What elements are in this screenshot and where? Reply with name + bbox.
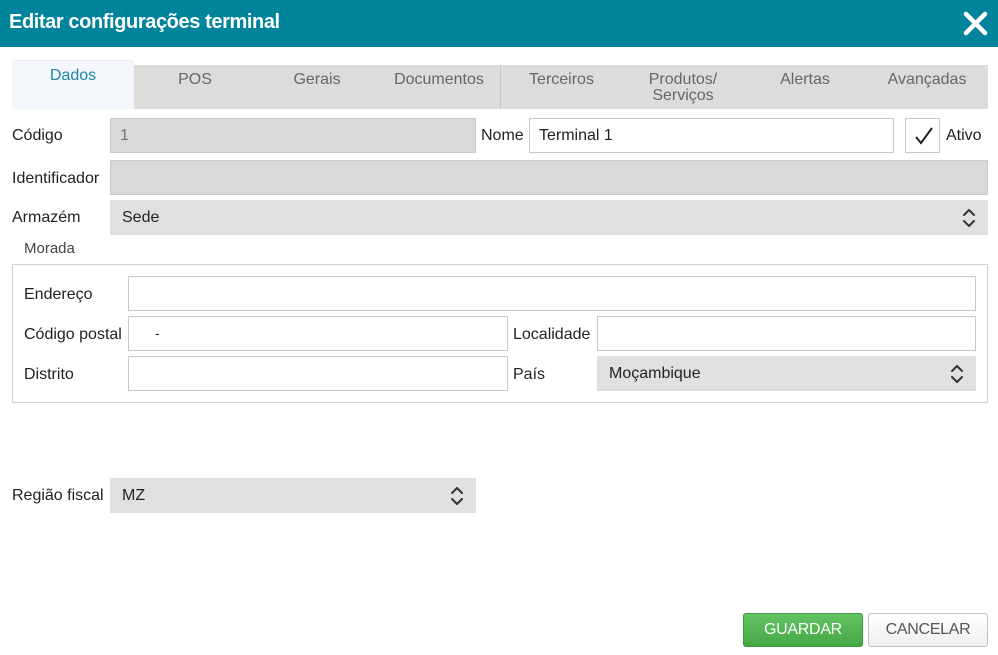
localidade-input[interactable] (597, 316, 976, 351)
pais-label: País (513, 366, 546, 383)
cancel-button[interactable]: CANCELAR (868, 613, 988, 647)
endereco-input[interactable] (128, 276, 976, 311)
localidade-label: Localidade (513, 326, 591, 343)
close-icon[interactable] (963, 11, 988, 36)
codigo-input[interactable] (110, 118, 476, 153)
identificador-label: Identificador (12, 170, 100, 187)
tab-terceiros[interactable]: Terceiros (500, 65, 622, 109)
tab-documentos[interactable]: Documentos (378, 65, 500, 109)
save-button[interactable]: GUARDAR (743, 613, 863, 647)
select-arrows-icon (451, 487, 463, 505)
codigo-postal-input[interactable]: - (128, 316, 508, 351)
tab-pos[interactable]: POS (134, 65, 256, 109)
regiao-fiscal-select[interactable]: MZ (110, 478, 476, 513)
regiao-fiscal-label: Região fiscal (12, 487, 104, 504)
armazem-select[interactable]: Sede (110, 200, 988, 235)
armazem-label: Armazém (12, 209, 81, 226)
regiao-fiscal-value: MZ (122, 487, 146, 504)
armazem-value: Sede (122, 209, 160, 226)
tab-bar: Dados POS Gerais Documentos Terceiros Pr… (12, 61, 988, 109)
endereco-label: Endereço (24, 286, 93, 303)
select-arrows-icon (951, 365, 963, 383)
dialog-title: Editar configurações terminal (9, 11, 280, 33)
dialog-titlebar: Editar configurações terminal (0, 0, 998, 47)
distrito-input[interactable] (128, 356, 508, 391)
codigo-postal-label: Código postal (24, 326, 122, 343)
select-arrows-icon (963, 209, 975, 227)
nome-input[interactable] (529, 118, 894, 153)
tab-alertas[interactable]: Alertas (744, 65, 866, 109)
nome-label: Nome (481, 127, 524, 144)
tab-avancadas[interactable]: Avançadas (866, 65, 988, 109)
ativo-label: Ativo (946, 127, 982, 144)
morada-legend: Morada (24, 240, 75, 257)
tab-produtos-servicos[interactable]: Produtos/ Serviços (622, 65, 744, 109)
pais-select[interactable]: Moçambique (597, 356, 976, 391)
tab-gerais[interactable]: Gerais (256, 65, 378, 109)
codigo-label: Código (12, 127, 63, 144)
ativo-checkbox[interactable] (905, 118, 940, 153)
distrito-label: Distrito (24, 366, 74, 383)
checkmark-icon (915, 127, 933, 145)
pais-value: Moçambique (609, 365, 701, 382)
identificador-input[interactable] (110, 160, 988, 195)
tab-dados[interactable]: Dados (12, 61, 134, 109)
